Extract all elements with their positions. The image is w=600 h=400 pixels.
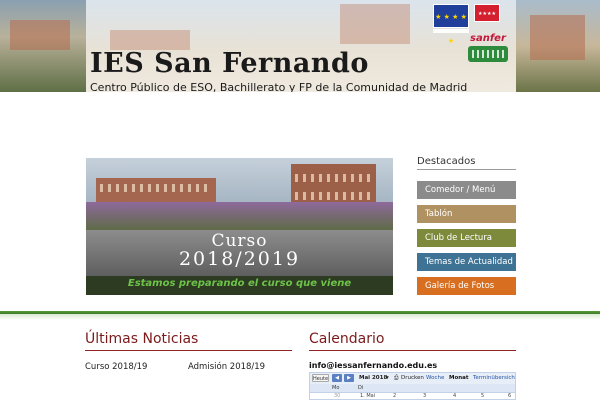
news-item-admision[interactable]: Admisión 2018/19 bbox=[188, 362, 265, 372]
calendar-tab-agenda[interactable]: Terminübersicht bbox=[473, 374, 515, 383]
eu-flag-icon[interactable]: ★ ★ ★ ★ ★ bbox=[433, 4, 469, 45]
site-subtitle: Centro Público de ESO, Bachillerato y FP… bbox=[90, 81, 468, 92]
news-heading: Últimas Noticias bbox=[85, 331, 199, 347]
calendar-next-icon[interactable]: ▶ bbox=[344, 374, 354, 382]
madrid-flag-icon[interactable]: ★★★★ bbox=[474, 4, 500, 22]
eu-caption bbox=[433, 29, 469, 33]
banner-building-windows bbox=[100, 184, 212, 192]
banner-years-text: 2018/2019 bbox=[178, 248, 301, 270]
destacados-item-temas-actualidad[interactable]: Temas de Actualidad bbox=[417, 253, 516, 271]
sanfer-logo-text: sanfer bbox=[470, 33, 506, 44]
calendar-prev-icon[interactable]: ◀ bbox=[332, 374, 342, 382]
calendar-day-cell[interactable]: 5 bbox=[481, 393, 484, 399]
destacados-item-tablon[interactable]: Tablón bbox=[417, 205, 516, 223]
news-divider bbox=[85, 350, 292, 351]
site-header: IES San Fernando Centro Público de ESO, … bbox=[0, 0, 600, 92]
calendar-week-row bbox=[310, 392, 515, 399]
destacados-divider bbox=[417, 169, 516, 170]
calendar-heading: Calendario bbox=[309, 331, 385, 347]
madrid-stars-icon: ★★★★ bbox=[478, 11, 496, 17]
eu-stars-icon: ★ ★ ★ ★ ★ bbox=[435, 13, 467, 45]
calendar-weekday: Mo bbox=[332, 385, 340, 391]
calendar-widget: Heute ◀ ▶ Mai 2018 ▾ ⎙ Drucken Woche Mon… bbox=[309, 372, 516, 400]
header-building bbox=[530, 15, 585, 60]
calendar-day-cell[interactable]: 4 bbox=[453, 393, 456, 399]
calendar-weekday-row bbox=[310, 384, 515, 392]
header-building bbox=[340, 4, 410, 44]
news-item-curso[interactable]: Curso 2018/19 bbox=[85, 362, 147, 372]
calendar-email: info@iessanfernando.edu.es bbox=[309, 361, 438, 370]
calendar-tab-week[interactable]: Woche bbox=[426, 374, 444, 383]
calendar-month-label[interactable]: Mai 2018 bbox=[359, 374, 387, 383]
header-building bbox=[10, 20, 70, 50]
page: IES San Fernando Centro Público de ESO, … bbox=[0, 0, 600, 400]
calendar-day-cell[interactable]: 6 bbox=[508, 393, 511, 399]
calendar-tab-month[interactable]: Monat bbox=[449, 374, 469, 383]
calendar-day-cell[interactable]: 30 bbox=[334, 393, 340, 399]
calendar-day-cell[interactable]: 3 bbox=[423, 393, 426, 399]
site-title[interactable]: IES San Fernando bbox=[90, 48, 369, 79]
destacados-heading: Destacados bbox=[417, 156, 476, 167]
banner-building-windows bbox=[295, 192, 372, 200]
calendar-divider bbox=[309, 350, 516, 351]
destacados-item-club-lectura[interactable]: Club de Lectura bbox=[417, 229, 516, 247]
print-icon[interactable]: ⎙ bbox=[394, 374, 398, 383]
chevron-down-icon[interactable]: ▾ bbox=[386, 374, 389, 383]
header-building bbox=[110, 30, 190, 50]
sanfer-logo[interactable]: sanfer bbox=[468, 33, 510, 63]
calendar-day-cell[interactable]: 2 bbox=[393, 393, 396, 399]
banner-building-windows bbox=[295, 174, 372, 182]
calendar-today-button[interactable]: Heute bbox=[312, 374, 329, 382]
banner-trees bbox=[86, 202, 393, 232]
sanfer-logo-icon bbox=[468, 46, 508, 62]
featured-banner[interactable]: Curso 2018/2019 Estamos preparando el cu… bbox=[86, 158, 393, 295]
section-divider-shadow bbox=[0, 314, 600, 320]
calendar-day-cell[interactable]: 1. Mai bbox=[360, 393, 375, 399]
destacados-item-comedor[interactable]: Comedor / Menú bbox=[417, 181, 516, 199]
calendar-weekday: Di bbox=[358, 385, 364, 391]
calendar-print-link[interactable]: Drucken bbox=[401, 374, 424, 383]
destacados-item-galeria-fotos[interactable]: Galería de Fotos bbox=[417, 277, 516, 295]
banner-tagline: Estamos preparando el curso que viene bbox=[127, 278, 352, 289]
